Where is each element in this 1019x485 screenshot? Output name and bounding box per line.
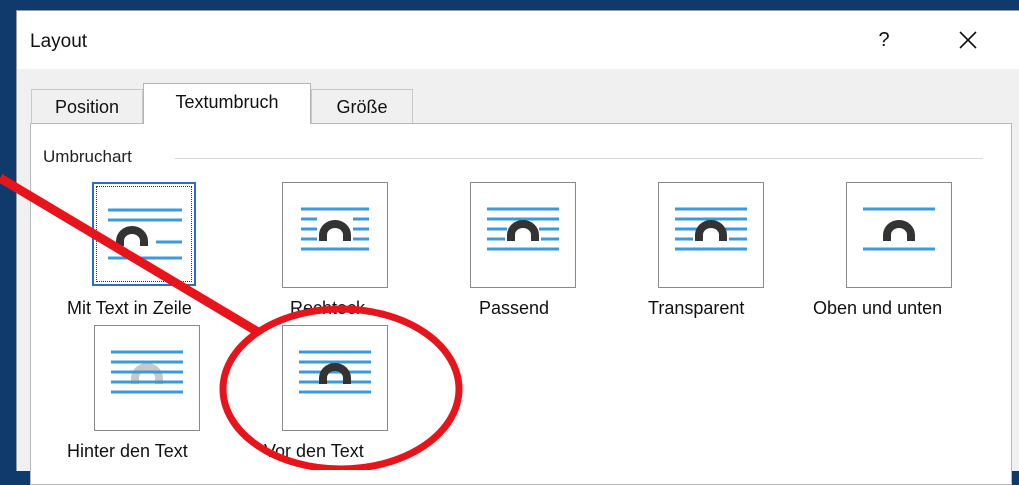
- option-frame: [282, 182, 388, 288]
- inline-with-text-icon: [108, 208, 182, 260]
- option-label: Hinter den Text: [67, 441, 188, 461]
- group-divider: [175, 158, 983, 159]
- option-frame: [92, 182, 196, 286]
- in-front-of-text-icon: [299, 350, 371, 394]
- square-wrap-icon: [301, 207, 369, 251]
- option-label: Passend: [479, 298, 550, 318]
- option-label: Mit Text in Zeile: [67, 298, 192, 318]
- option-label: Oben und unten: [813, 298, 943, 318]
- tab-position[interactable]: Position: [31, 89, 143, 124]
- option-frame: [282, 325, 388, 431]
- option-label: Vor den Text: [264, 441, 364, 461]
- option-frame: [658, 182, 764, 288]
- through-wrap-icon: [675, 207, 747, 251]
- option-frame: [94, 325, 200, 431]
- option-frame: [846, 182, 952, 288]
- option-label: Transparent: [648, 298, 745, 318]
- close-button[interactable]: [951, 23, 985, 57]
- top-and-bottom-icon: [863, 207, 935, 251]
- tab-textumbruch[interactable]: Textumbruch: [143, 83, 311, 124]
- option-label: Rechteck: [290, 298, 366, 318]
- close-icon: [959, 31, 977, 49]
- tab-groesse[interactable]: Größe: [311, 89, 413, 124]
- wrap-group-label: Umbruchart: [43, 147, 132, 166]
- title-bar: Layout ?: [17, 11, 1019, 69]
- option-frame: [470, 182, 576, 288]
- behind-text-icon: [111, 350, 183, 394]
- help-button[interactable]: ?: [873, 26, 895, 54]
- dialog-title: Layout: [30, 31, 88, 52]
- tight-wrap-icon: [487, 207, 559, 251]
